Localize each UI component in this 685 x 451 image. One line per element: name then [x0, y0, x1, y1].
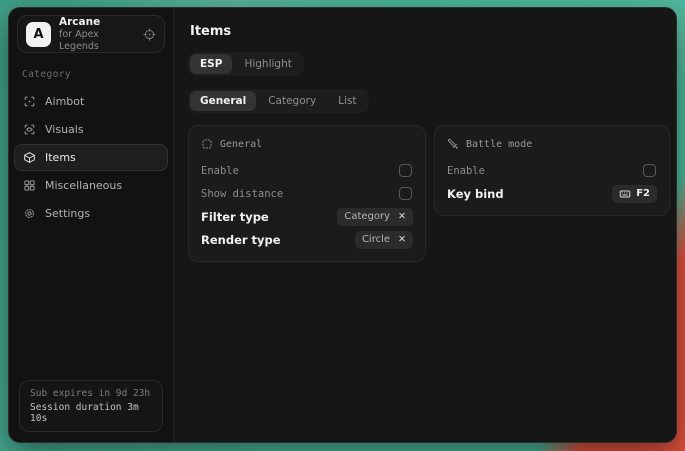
filter-type-chip[interactable]: Category ✕ — [337, 208, 413, 226]
sidebar-item-label: Settings — [45, 207, 90, 220]
key-bind-value: F2 — [636, 188, 650, 199]
sidebar-item-items[interactable]: Items — [14, 144, 168, 171]
panel-general-header: General — [201, 135, 413, 153]
setting-row-render-type: Render type Circle ✕ — [201, 228, 413, 251]
app-subtitle: for Apex Legends — [59, 29, 135, 53]
package-icon — [23, 151, 36, 164]
sidebar-section-label: Category — [22, 69, 173, 80]
setting-row-filter-type: Filter type Category ✕ — [201, 205, 413, 228]
mode-tabs: ESP Highlight — [188, 52, 304, 76]
gear-icon — [23, 207, 36, 220]
setting-label: Render type — [201, 233, 281, 247]
setting-row-enable: Enable — [447, 159, 657, 182]
show-distance-checkbox[interactable] — [399, 187, 412, 200]
setting-row-key-bind: Key bind F2 — [447, 182, 657, 205]
setting-row-enable: Enable — [201, 159, 413, 182]
key-bind-button[interactable]: F2 — [612, 185, 657, 203]
sidebar-item-label: Visuals — [45, 123, 84, 136]
sidebar-item-miscellaneous[interactable]: Miscellaneous — [14, 172, 168, 199]
sidebar-nav: Aimbot Visuals Items — [9, 84, 173, 231]
panel-general: General Enable Show distance Filter type… — [188, 125, 426, 262]
sidebar-item-aimbot[interactable]: Aimbot — [14, 88, 168, 115]
tab-category[interactable]: Category — [258, 91, 326, 111]
battle-enable-checkbox[interactable] — [643, 164, 656, 177]
sidebar-item-settings[interactable]: Settings — [14, 200, 168, 227]
setting-label: Filter type — [201, 210, 269, 224]
app-logo: A — [26, 22, 51, 47]
app-name: Arcane — [59, 16, 135, 29]
target-icon[interactable] — [143, 28, 156, 41]
panels-row: General Enable Show distance Filter type… — [188, 125, 670, 262]
close-icon[interactable]: ✕ — [398, 235, 406, 245]
tab-list[interactable]: List — [328, 91, 366, 111]
eye-scan-icon — [23, 123, 36, 136]
session-duration-text: Session duration 3m 10s — [30, 402, 152, 424]
dashed-box-icon — [201, 138, 213, 150]
panel-title: General — [220, 139, 262, 150]
sidebar-item-label: Aimbot — [45, 95, 84, 108]
setting-label: Key bind — [447, 187, 504, 201]
page-title: Items — [190, 24, 670, 39]
close-icon[interactable]: ✕ — [398, 212, 406, 222]
main-content: Items ESP Highlight General Category Lis… — [174, 8, 677, 442]
crosshair-focus-icon — [23, 95, 36, 108]
app-window: A Arcane for Apex Legends Category — [8, 7, 677, 443]
sidebar-item-label: Items — [45, 151, 76, 164]
sidebar: A Arcane for Apex Legends Category — [9, 8, 174, 442]
enable-checkbox[interactable] — [399, 164, 412, 177]
render-type-chip[interactable]: Circle ✕ — [355, 231, 413, 249]
sidebar-item-visuals[interactable]: Visuals — [14, 116, 168, 143]
sub-expires-text: Sub expires in 9d 23h — [30, 388, 152, 399]
chip-value: Circle — [362, 234, 390, 245]
keyboard-icon — [619, 188, 631, 200]
view-tabs: General Category List — [188, 89, 369, 113]
sidebar-item-label: Miscellaneous — [45, 179, 122, 192]
brand-text: Arcane for Apex Legends — [59, 16, 135, 53]
tab-esp[interactable]: ESP — [190, 54, 232, 74]
tab-general[interactable]: General — [190, 91, 256, 111]
grid-icon — [23, 179, 36, 192]
subscription-card: Sub expires in 9d 23h Session duration 3… — [19, 380, 163, 432]
brand-card[interactable]: A Arcane for Apex Legends — [17, 15, 165, 53]
panel-battle-mode: Battle mode Enable Key bind — [434, 125, 670, 216]
sidebar-spacer — [9, 231, 173, 380]
sword-icon — [447, 138, 459, 150]
chip-value: Category — [344, 211, 390, 222]
panel-title: Battle mode — [466, 139, 532, 150]
setting-label: Show distance — [201, 188, 283, 200]
panel-battle-header: Battle mode — [447, 135, 657, 153]
setting-label: Enable — [201, 165, 239, 177]
setting-row-show-distance: Show distance — [201, 182, 413, 205]
tab-highlight[interactable]: Highlight — [234, 54, 301, 74]
setting-label: Enable — [447, 165, 485, 177]
